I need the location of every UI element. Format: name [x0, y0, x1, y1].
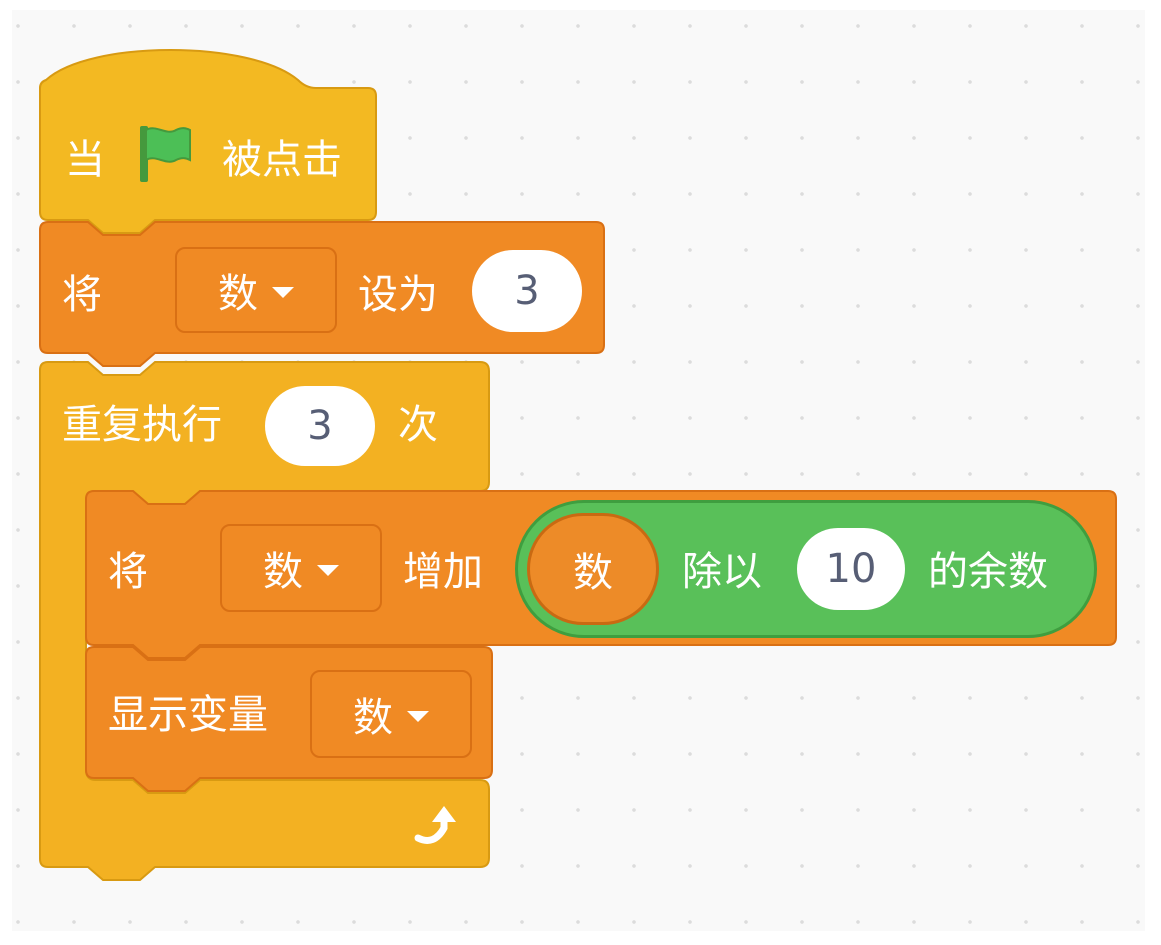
dropdown-caret-icon	[407, 710, 429, 722]
show-variable-dropdown[interactable]: 数	[310, 670, 472, 758]
show-variable-block[interactable]: 显示变量 数	[0, 0, 1161, 945]
show-variable-name: 数	[353, 695, 393, 741]
show-variable-label: 显示变量	[108, 692, 268, 738]
